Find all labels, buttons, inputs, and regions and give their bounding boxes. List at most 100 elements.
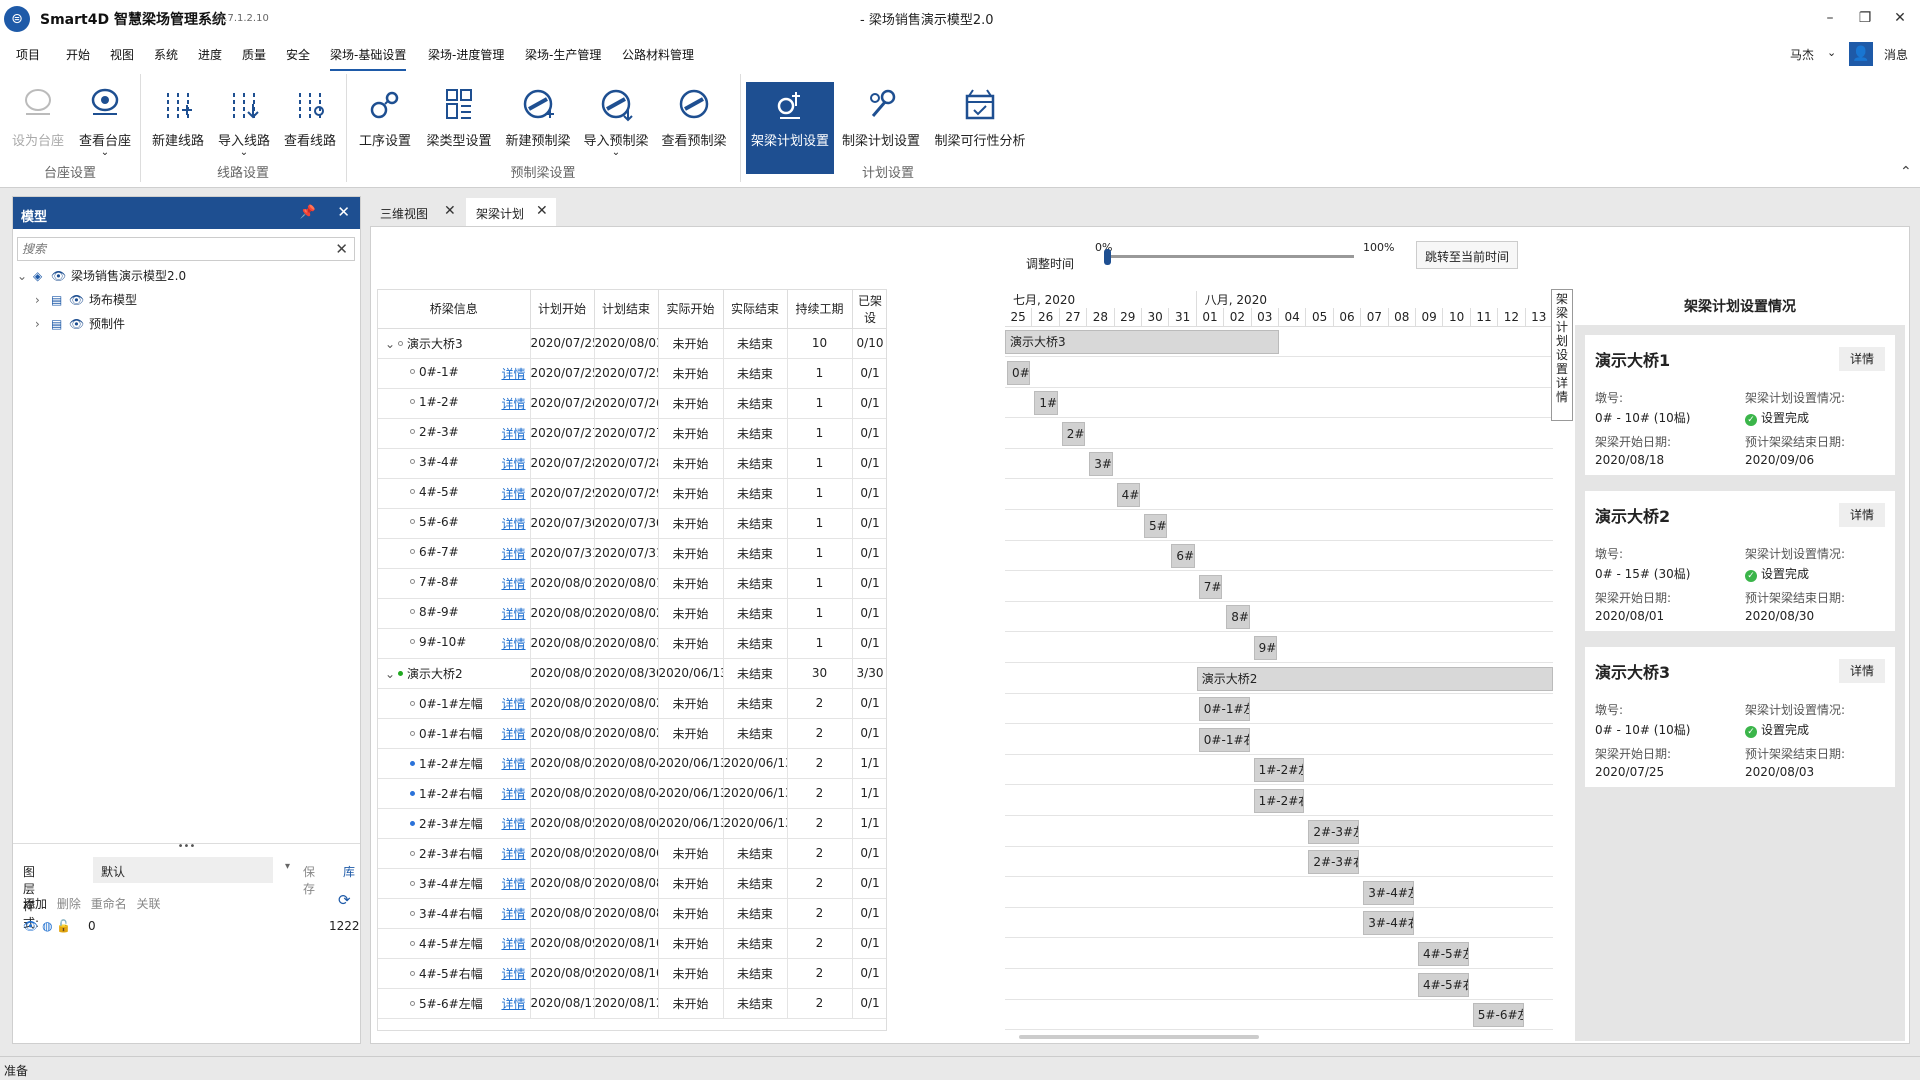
gantt-bar[interactable]: 2#-3#左 — [1308, 819, 1360, 844]
column-header[interactable]: 实际开始 — [658, 290, 724, 329]
minimize-button[interactable]: – — [1810, 6, 1850, 30]
close-window-button[interactable]: ✕ — [1880, 6, 1920, 30]
card-details-button[interactable]: 详情 — [1839, 659, 1885, 683]
table-row[interactable]: 3#-4# 详情 2020/07/28 2020/07/28 未开始 未结束 1 0/1 — [378, 448, 886, 479]
column-header[interactable]: 已架设 — [852, 290, 886, 329]
globe-icon[interactable]: ◍ — [42, 919, 52, 933]
beam-type-settings-button[interactable]: 梁类型设置 — [422, 82, 496, 174]
gantt-bar[interactable]: 4#- — [1116, 483, 1140, 507]
chevron-down-icon[interactable]: ⌄ — [382, 337, 398, 351]
visibility-eye-icon[interactable]: 👁 — [23, 919, 38, 933]
table-row[interactable]: 3#-4#右幅 详情 2020/08/07 2020/08/08 未开始 未结束 2 0/1 — [378, 898, 886, 929]
gantt-bar[interactable]: 4#-5#左 — [1418, 942, 1469, 966]
table-row[interactable]: 8#-9# 详情 2020/08/02 2020/08/02 未开始 未结束 1 0/1 — [378, 598, 886, 629]
menu-yard-progress[interactable]: 梁场-进度管理 — [428, 46, 504, 63]
column-header[interactable]: 计划开始 — [530, 290, 595, 329]
plan-details-side-tab[interactable]: 架梁计划设置详情 — [1551, 289, 1573, 421]
table-row[interactable]: 6#-7# 详情 2020/07/31 2020/07/31 未开始 未结束 1 0/1 — [378, 538, 886, 569]
visibility-eye-icon[interactable]: 👁 — [69, 289, 89, 311]
table-row[interactable]: 0#-1#右幅 详情 2020/08/01 2020/08/02 未开始 未结束 2 0/1 — [378, 718, 886, 749]
refresh-icon[interactable]: ⟳ — [338, 891, 351, 909]
table-row[interactable]: 9#-10# 详情 2020/08/03 2020/08/03 未开始 未结束 1 0/1 — [378, 628, 886, 659]
table-row[interactable]: 1#-2#左幅 详情 2020/08/03 2020/08/04 2020/06/13 2… — [378, 748, 886, 779]
column-header[interactable]: 实际结束 — [723, 290, 788, 329]
visibility-eye-icon[interactable]: 👁 — [69, 313, 89, 335]
column-header[interactable]: 计划结束 — [594, 290, 659, 329]
fabrication-feasibility-button[interactable]: 制梁可行性分析 — [928, 82, 1032, 174]
time-slider[interactable] — [1106, 255, 1354, 258]
gantt-bar[interactable]: 1#- — [1034, 391, 1058, 416]
gantt-bar[interactable]: 0#-1#左 — [1198, 697, 1250, 722]
menu-yard-production[interactable]: 梁场-生产管理 — [525, 46, 601, 63]
tree-item-site-model[interactable]: › ▤ 👁 场布模型 — [35, 289, 137, 311]
gantt-bar[interactable]: 9#- — [1253, 636, 1277, 660]
chevron-down-icon[interactable]: ▾ — [285, 861, 290, 872]
details-link[interactable]: 详情 — [501, 695, 525, 712]
card-details-button[interactable]: 详情 — [1839, 347, 1885, 371]
menu-quality[interactable]: 质量 — [242, 46, 266, 63]
gantt-bar[interactable]: 5#- — [1144, 513, 1168, 538]
menu-progress[interactable]: 进度 — [198, 46, 222, 63]
details-link[interactable]: 详情 — [501, 635, 525, 652]
fabrication-plan-settings-button[interactable]: 制梁计划设置 — [840, 82, 922, 174]
details-link[interactable]: 详情 — [501, 455, 525, 472]
menu-yard-basic[interactable]: 梁场-基础设置 — [330, 46, 407, 71]
chevron-down-icon[interactable]: ⌄ — [382, 667, 398, 681]
menu-road-materials[interactable]: 公路材料管理 — [622, 46, 694, 63]
gantt-bar[interactable]: 3#-4#左 — [1363, 880, 1414, 905]
gantt-bar[interactable]: 2#- — [1061, 421, 1086, 446]
details-link[interactable]: 详情 — [501, 905, 525, 922]
lock-icon[interactable]: 🔓 — [56, 919, 71, 933]
associate-layer-button[interactable]: 关联 — [137, 897, 161, 911]
details-link[interactable]: 详情 — [501, 485, 525, 502]
splitter-grip[interactable]: ••• — [13, 842, 360, 852]
chevron-right-icon[interactable]: › — [35, 289, 51, 311]
visibility-eye-icon[interactable]: 👁 — [51, 265, 71, 287]
gantt-bar[interactable]: 0#-1#右 — [1198, 727, 1250, 752]
table-row[interactable]: 2#-3#左幅 详情 2020/08/05 2020/08/06 2020/06/13 2… — [378, 808, 886, 839]
gantt-bar[interactable]: 0#- — [1007, 360, 1031, 385]
details-link[interactable]: 详情 — [501, 425, 525, 442]
menu-safety[interactable]: 安全 — [286, 46, 310, 63]
table-row[interactable]: 2#-3#右幅 详情 2020/08/05 2020/08/06 未开始 未结束 2 0/1 — [378, 838, 886, 869]
gantt-bar[interactable]: 演示大桥3 — [1005, 330, 1279, 354]
gantt-bar[interactable]: 7#- — [1198, 574, 1223, 599]
table-row[interactable]: 4#-5# 详情 2020/07/29 2020/07/29 未开始 未结束 1 0/1 — [378, 478, 886, 509]
clear-search-icon[interactable]: ✕ — [335, 240, 348, 258]
column-header[interactable]: 持续工期 — [787, 290, 853, 329]
table-row[interactable]: 5#-6# 详情 2020/07/30 2020/07/30 未开始 未结束 1 0/1 — [378, 508, 886, 539]
table-row[interactable]: 0#-1# 详情 2020/07/25 2020/07/25 未开始 未结束 1 0/1 — [378, 358, 886, 389]
close-tab-icon[interactable]: ✕ — [444, 203, 456, 219]
gantt-bar[interactable]: 6#- — [1171, 544, 1195, 569]
close-icon[interactable]: ✕ — [337, 203, 350, 221]
chevron-right-icon[interactable]: › — [35, 313, 51, 335]
details-link[interactable]: 详情 — [501, 935, 525, 952]
save-layer-style-button[interactable]: 保存 — [303, 863, 315, 897]
menu-view[interactable]: 视图 — [110, 46, 134, 63]
table-row[interactable]: 4#-5#右幅 详情 2020/08/09 2020/08/10 未开始 未结束 2 0/1 — [378, 958, 886, 989]
table-row[interactable]: 0#-1#左幅 详情 2020/08/01 2020/08/02 未开始 未结束 2 0/1 — [378, 688, 886, 719]
column-header[interactable]: 桥梁信息 — [378, 290, 531, 329]
details-link[interactable]: 详情 — [501, 815, 525, 832]
details-link[interactable]: 详情 — [501, 995, 525, 1012]
table-row[interactable]: 3#-4#左幅 详情 2020/08/07 2020/08/08 未开始 未结束 2 0/1 — [378, 868, 886, 899]
process-settings-button[interactable]: 工序设置 — [354, 82, 416, 174]
jump-to-now-button[interactable]: 跳转至当前时间 — [1416, 241, 1519, 269]
new-line-button[interactable]: 新建线路 — [148, 82, 208, 174]
import-precast-beam-button[interactable]: 导入预制梁 ⌄ — [580, 82, 652, 174]
gantt-bar[interactable]: 1#-2#左 — [1253, 758, 1305, 783]
details-link[interactable]: 详情 — [501, 755, 525, 772]
new-precast-beam-button[interactable]: 新建预制梁 — [502, 82, 574, 174]
set-pedestal-button[interactable]: 设为台座 — [8, 82, 68, 174]
layer-style-select[interactable]: 默认 — [93, 857, 273, 883]
import-line-button[interactable]: 导入线路 ⌄ — [214, 82, 274, 174]
close-tab-icon[interactable]: ✕ — [536, 203, 548, 219]
model-search-input[interactable] — [18, 238, 318, 260]
details-link[interactable]: 详情 — [501, 365, 525, 382]
gantt-bar[interactable]: 3#- — [1089, 452, 1113, 477]
gantt-bar[interactable]: 2#-3#右 — [1308, 850, 1360, 875]
details-link[interactable]: 详情 — [501, 605, 525, 622]
details-link[interactable]: 详情 — [501, 725, 525, 742]
details-link[interactable]: 详情 — [501, 515, 525, 532]
card-details-button[interactable]: 详情 — [1839, 503, 1885, 527]
